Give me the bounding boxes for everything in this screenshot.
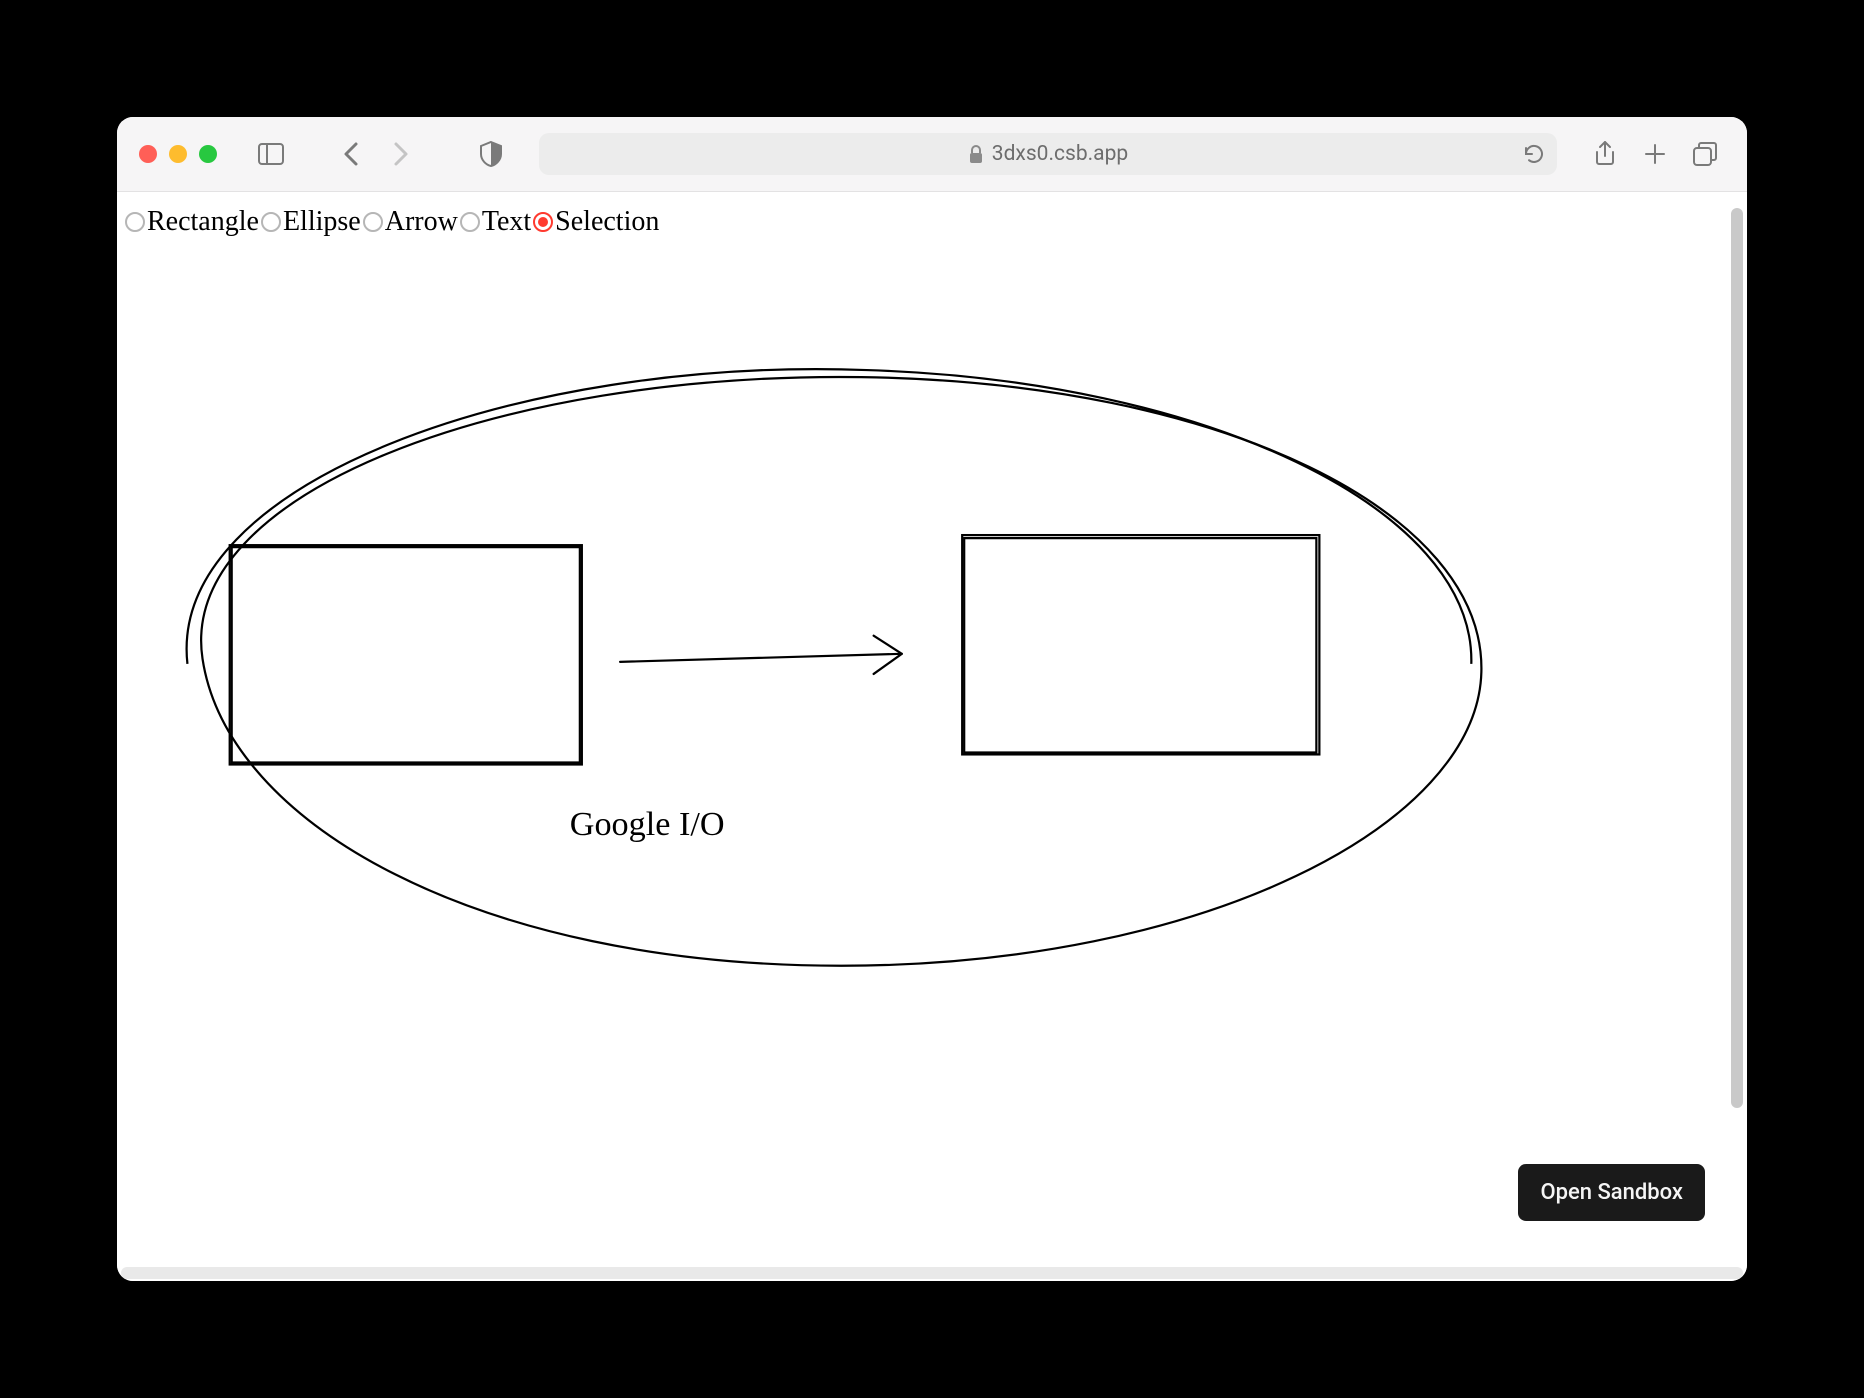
page-content: Rectangle Ellipse Arrow Text Selection (117, 192, 1747, 1281)
lock-icon (968, 144, 984, 164)
tool-label: Arrow (385, 206, 458, 238)
shape-rectangle-left[interactable] (230, 545, 582, 764)
address-bar-content: 3dxs0.csb.app (968, 142, 1128, 166)
share-button[interactable] (1585, 134, 1625, 174)
browser-titlebar: 3dxs0.csb.app (117, 117, 1747, 192)
shape-text[interactable]: Google I/O (570, 806, 725, 843)
shape-ellipse[interactable] (187, 369, 1482, 966)
window-minimize-button[interactable] (169, 145, 187, 163)
reload-button[interactable] (1523, 143, 1545, 165)
browser-window: 3dxs0.csb.app (117, 117, 1747, 1281)
sidebar-toggle-button[interactable] (251, 134, 291, 174)
tool-arrow[interactable]: Arrow (363, 206, 458, 238)
radio-icon (261, 212, 281, 232)
radio-icon (363, 212, 383, 232)
tool-rectangle[interactable]: Rectangle (125, 206, 259, 238)
tool-label: Ellipse (283, 206, 361, 238)
window-close-button[interactable] (139, 145, 157, 163)
shape-toolbar: Rectangle Ellipse Arrow Text Selection (117, 192, 1747, 242)
shape-arrow[interactable] (620, 636, 902, 674)
nav-back-button[interactable] (331, 134, 371, 174)
drawing-canvas[interactable]: Google I/O (117, 248, 1747, 1281)
tool-selection[interactable]: Selection (533, 206, 659, 238)
horizontal-scrollbar[interactable] (121, 1267, 1743, 1279)
radio-icon (533, 212, 553, 232)
tool-label: Text (482, 206, 531, 238)
window-maximize-button[interactable] (199, 145, 217, 163)
traffic-lights (139, 145, 217, 163)
shape-rectangle-right[interactable] (962, 535, 1319, 754)
tool-text[interactable]: Text (460, 206, 531, 238)
tool-label: Selection (555, 206, 659, 238)
canvas-svg: Google I/O (117, 248, 1747, 1281)
vertical-scrollbar[interactable] (1731, 208, 1743, 1108)
address-url: 3dxs0.csb.app (992, 142, 1128, 166)
open-sandbox-button[interactable]: Open Sandbox (1518, 1164, 1705, 1221)
tabs-overview-button[interactable] (1685, 134, 1725, 174)
nav-forward-button[interactable] (381, 134, 421, 174)
radio-icon (125, 212, 145, 232)
radio-icon (460, 212, 480, 232)
new-tab-button[interactable] (1635, 134, 1675, 174)
address-bar[interactable]: 3dxs0.csb.app (539, 133, 1557, 175)
privacy-shield-icon[interactable] (471, 134, 511, 174)
tool-ellipse[interactable]: Ellipse (261, 206, 361, 238)
tool-label: Rectangle (147, 206, 259, 238)
